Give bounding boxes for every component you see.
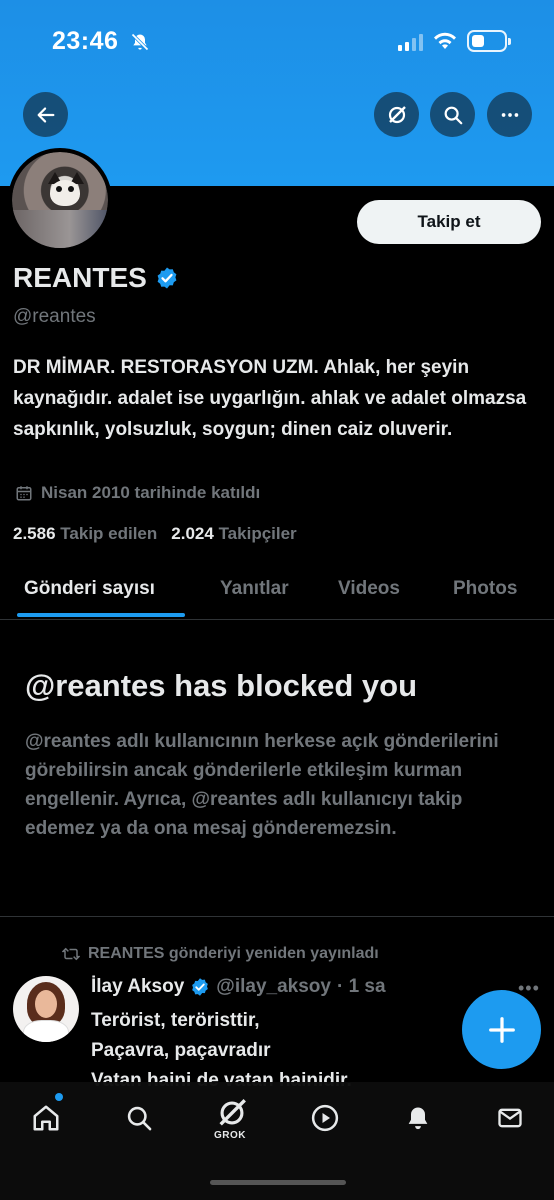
more-button[interactable]: [487, 92, 532, 137]
search-icon: [127, 1106, 152, 1131]
nav-home[interactable]: [26, 1098, 66, 1138]
cellular-signal-icon: [398, 34, 423, 51]
post-line: Terörist, teröristtir,: [91, 1010, 260, 1031]
following-label: Takip edilen: [60, 524, 158, 543]
following-link[interactable]: 2.586 Takip edilen: [13, 524, 157, 544]
post-author-avatar[interactable]: [13, 976, 79, 1042]
tab-videos[interactable]: Videos: [338, 578, 400, 600]
tab-posts[interactable]: Gönderi sayısı: [24, 578, 155, 600]
search-icon: [444, 106, 462, 124]
repost-icon: [62, 947, 80, 961]
profile-name-row: REANTES: [13, 262, 179, 294]
arrow-left-icon: [37, 106, 54, 123]
verified-badge-icon[interactable]: [155, 266, 179, 290]
post-line: Paçavra, paçavradır: [91, 1040, 271, 1061]
section-divider: [0, 916, 554, 917]
follow-stats: 2.586 Takip edilen 2.024 Takipçiler: [13, 524, 297, 544]
repost-indicator: REANTES gönderiyi yeniden yayınladı: [62, 945, 379, 963]
nav-video[interactable]: [305, 1098, 345, 1138]
more-horizontal-icon: [501, 112, 518, 117]
post-author-name[interactable]: İlay Aksoy: [91, 976, 184, 998]
battery-icon: [467, 30, 511, 52]
joined-date-row: Nisan 2010 tarihinde katıldı: [15, 483, 260, 503]
envelope-icon: [498, 1108, 522, 1128]
profile-tabs: Gönderi sayısı Yanıtlar Videos Photos: [0, 566, 554, 620]
nav-search[interactable]: [119, 1098, 159, 1138]
back-button[interactable]: [23, 92, 68, 137]
nav-grok[interactable]: [212, 1093, 252, 1133]
nav-messages[interactable]: [490, 1098, 530, 1138]
bell-off-icon: [130, 32, 150, 57]
plus-icon: [488, 1016, 515, 1043]
tab-photos[interactable]: Photos: [453, 578, 517, 600]
status-bar: 23:46: [0, 0, 554, 80]
post-time: · 1 sa: [336, 976, 386, 997]
verified-badge-icon: [192, 978, 209, 996]
compose-post-button[interactable]: [462, 990, 541, 1069]
profile-avatar[interactable]: [8, 148, 112, 252]
joined-date-text: Nisan 2010 tarihinde katıldı: [41, 483, 261, 502]
notification-dot: [55, 1093, 63, 1101]
post-header: İlay Aksoy @ilay_aksoy · 1 sa: [91, 976, 386, 998]
post-author-handle[interactable]: @ilay_aksoy: [216, 976, 331, 998]
followers-count: 2.024: [171, 524, 214, 543]
profile-name: REANTES: [13, 262, 147, 293]
nav-notifications[interactable]: [398, 1098, 438, 1138]
tab-replies[interactable]: Yanıtlar: [220, 578, 289, 600]
followers-link[interactable]: 2.024 Takipçiler: [171, 524, 296, 544]
followers-label: Takipçiler: [218, 524, 297, 543]
grok-label: GROK: [214, 1130, 246, 1141]
blocked-message: @reantes adlı kullanıcının herkese açık …: [25, 731, 499, 839]
home-indicator: [210, 1180, 346, 1185]
grok-icon: [219, 1099, 246, 1126]
wifi-icon: [432, 31, 458, 56]
following-count: 2.586: [13, 524, 56, 543]
follow-button[interactable]: Takip et: [357, 200, 541, 244]
avatar-image: [12, 152, 108, 248]
profile-bio: DR MİMAR. RESTORASYON UZM. Ahlak, her şe…: [13, 357, 527, 440]
bell-icon: [408, 1107, 428, 1130]
grok-button[interactable]: [374, 92, 419, 137]
home-icon: [33, 1105, 59, 1131]
search-button[interactable]: [430, 92, 475, 137]
active-tab-indicator: [17, 613, 185, 617]
repost-label: REANTES gönderiyi yeniden yayınladı: [88, 945, 379, 962]
status-time: 23:46: [52, 27, 119, 55]
grok-icon: [388, 105, 406, 123]
profile-handle: @reantes: [13, 306, 96, 327]
blocked-title: @reantes has blocked you: [25, 668, 418, 703]
play-circle-icon: [311, 1104, 339, 1132]
calendar-icon: [16, 486, 32, 501]
